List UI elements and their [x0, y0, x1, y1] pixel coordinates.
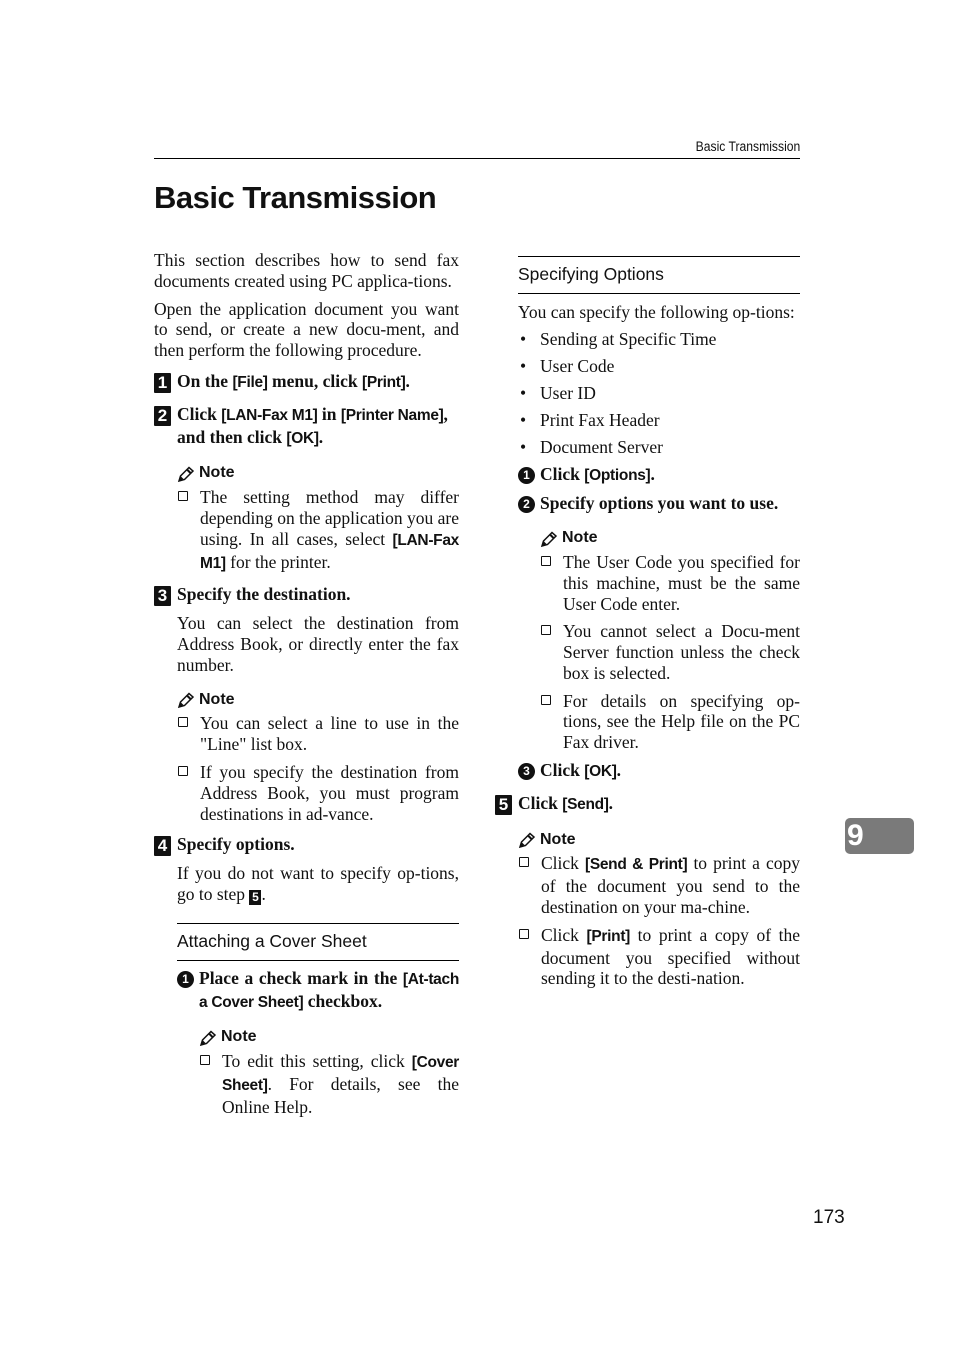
note-block: Note Click [Send & Print] to print a cop…	[518, 830, 800, 990]
note-item: The setting method may differ depending …	[177, 487, 459, 574]
note-item: You can select a line to use in the "Lin…	[177, 713, 459, 755]
ui-label-printer-name: [Printer Name]	[340, 406, 444, 424]
intro-paragraph: Open the application document you want t…	[154, 298, 459, 361]
note-item: If you specify the destination from Addr…	[177, 762, 459, 824]
pencil-icon	[540, 530, 558, 547]
step-title: Specify the destination.	[177, 584, 351, 605]
ui-label-file: [File]	[232, 373, 268, 391]
checkbox-bullet-icon	[178, 765, 188, 776]
checkbox-bullet-icon	[519, 928, 529, 939]
pencil-icon	[518, 832, 536, 849]
pencil-icon	[177, 466, 195, 482]
note-heading: Note	[199, 1027, 459, 1048]
step-number-icon: 5	[495, 794, 512, 815]
pencil-icon	[177, 692, 195, 708]
note-item: Click [Send & Print] to print a copy of …	[518, 853, 800, 917]
subsection-heading-cover-sheet: Attaching a Cover Sheet	[177, 922, 459, 961]
step-2: 2 Click [LAN-Fax M1] in [Printer Name], …	[154, 404, 459, 575]
note-block: Note The User Code you specified for thi…	[540, 528, 800, 753]
header-rule	[154, 158, 800, 159]
chapter-tab[interactable]: 9	[845, 818, 914, 854]
ui-label-lan-fax: [LAN-Fax M1]	[221, 406, 318, 424]
subsection-heading-options: Specifying Options	[518, 256, 800, 294]
list-item: User ID	[518, 383, 800, 404]
checkbox-bullet-icon	[541, 555, 551, 566]
step-number-icon: 3	[154, 586, 171, 607]
note-block: Note The setting method may differ depen…	[177, 463, 459, 574]
step-title: Specify options.	[177, 834, 295, 855]
pencil-icon	[199, 1030, 217, 1046]
step-title: On the [File] menu, click [Print].	[177, 370, 410, 391]
sub-step-1: 1 Click [Options].	[518, 464, 800, 487]
step-title: Click [LAN-Fax M1] in [Printer Name], an…	[177, 403, 448, 447]
note-item: The User Code you specified for this mac…	[540, 552, 800, 614]
options-intro: You can specify the following op-tions:	[518, 301, 795, 322]
page-title: Basic Transmission	[154, 180, 437, 215]
circled-number-icon: 2	[518, 496, 535, 514]
step-number-icon: 1	[154, 372, 171, 393]
intro-paragraph: This section describes how to send fax d…	[154, 250, 459, 291]
running-header: Basic Transmission	[695, 139, 800, 154]
sub-step-2: 2 Specify options you want to use. Note …	[518, 493, 800, 753]
list-item: User Code	[518, 356, 800, 377]
list-item: Document Server	[518, 437, 800, 458]
circled-number-icon: 1	[177, 970, 194, 988]
checkbox-bullet-icon	[200, 1055, 210, 1066]
step-body: If you do not want to specify op-tions, …	[177, 863, 459, 905]
step-number-icon: 4	[154, 836, 171, 857]
step-number-icon: 2	[154, 405, 171, 426]
note-heading: Note	[518, 830, 800, 851]
sub-step-3: 3 Click [OK].	[518, 760, 800, 783]
note-heading: Note	[540, 528, 800, 549]
ui-label-ok: [OK]	[286, 429, 319, 447]
sub-step-1: 1 Place a check mark in the [At-tach a C…	[177, 968, 459, 1118]
note-item: For details on specifying op-tions, see …	[540, 691, 800, 753]
note-heading: Note	[177, 463, 459, 484]
step-reference-icon[interactable]: 5	[249, 889, 262, 905]
checkbox-bullet-icon	[178, 717, 188, 728]
step-4: 4 Specify options. If you do not want to…	[154, 834, 459, 1117]
page-number: 173	[813, 1207, 845, 1228]
checkbox-bullet-icon	[541, 625, 551, 636]
circled-number-icon: 3	[518, 763, 535, 781]
step-3: 3 Specify the destination. You can selec…	[154, 584, 459, 824]
list-item: Sending at Specific Time	[518, 329, 800, 350]
ui-label-print: [Print]	[361, 373, 406, 391]
note-heading: Note	[177, 690, 459, 711]
step-body: You can select the destination from Addr…	[177, 613, 459, 675]
step-1: 1 On the [File] menu, click [Print].	[154, 371, 459, 394]
checkbox-bullet-icon	[519, 857, 529, 868]
step-5: 5 Click [Send]. Note Click [Send & Print…	[495, 793, 800, 989]
right-column: Specifying Options You can specify the f…	[495, 256, 800, 996]
list-item: Print Fax Header	[518, 410, 800, 431]
checkbox-bullet-icon	[541, 694, 551, 705]
circled-number-icon: 1	[518, 466, 535, 484]
note-block: Note To edit this setting, click [Cover …	[199, 1027, 459, 1117]
note-item: Click [Print] to print a copy of the doc…	[518, 925, 800, 989]
note-block: Note You can select a line to use in the…	[177, 690, 459, 825]
options-list: Sending at Specific Time User Code User …	[518, 329, 800, 458]
note-item: To edit this setting, click [Cover Sheet…	[199, 1051, 459, 1117]
note-item: You cannot select a Docu-ment Server fun…	[540, 621, 800, 683]
checkbox-bullet-icon	[178, 491, 188, 502]
ui-label-send: [Send]	[562, 795, 609, 813]
left-column: This section describes how to send fax d…	[154, 250, 459, 1125]
